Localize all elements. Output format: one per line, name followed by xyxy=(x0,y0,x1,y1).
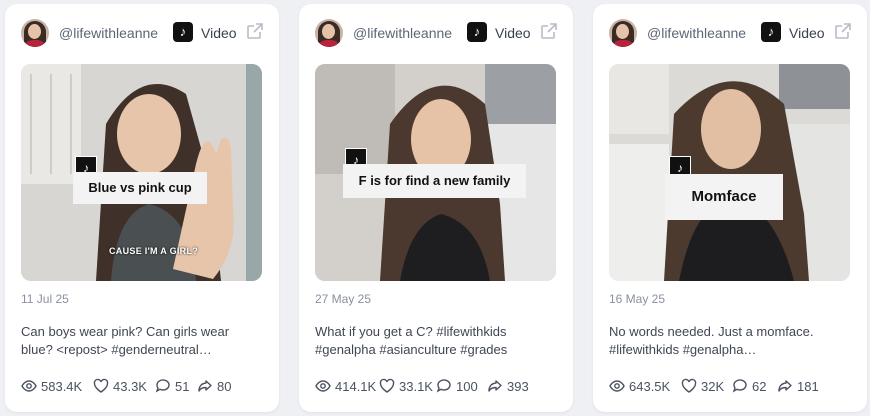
comments-count: 51 xyxy=(175,379,190,394)
post-type-label: Video xyxy=(789,25,825,41)
eye-icon xyxy=(21,380,37,392)
post-caption: Can boys wear pink? Can girls wear blue?… xyxy=(21,324,230,357)
views-count: 414.1K xyxy=(335,379,377,394)
post-type-label: Video xyxy=(495,25,531,41)
likes-count: 43.3K xyxy=(113,379,147,394)
likes-stat: 33.1K xyxy=(379,378,433,396)
video-overlay-text: F is for find a new family xyxy=(343,164,526,198)
comments-count: 100 xyxy=(456,379,478,394)
post-caption: What if you get a C? #lifewithkids #gena… xyxy=(315,324,508,357)
creator-handle[interactable]: @lifewithleanne xyxy=(647,25,753,41)
thumbnail-image xyxy=(609,64,850,281)
external-link-icon[interactable] xyxy=(539,21,559,41)
heart-icon xyxy=(93,378,109,393)
comment-icon xyxy=(436,379,451,393)
external-link-icon[interactable] xyxy=(245,21,265,41)
heart-icon xyxy=(681,378,697,393)
post-caption: No words needed. Just a momface. #lifewi… xyxy=(609,324,814,357)
share-icon xyxy=(198,380,212,392)
likes-stat: 43.3K xyxy=(93,378,147,396)
share-icon xyxy=(778,380,792,392)
video-subtitle: CAUSE I'M A GIRL? xyxy=(109,246,199,256)
post-date: 11 Jul 25 xyxy=(21,292,69,306)
tiktok-icon: ♪ xyxy=(173,22,193,42)
card-header: @lifewithleanne ♪ Video xyxy=(21,19,265,49)
creator-handle[interactable]: @lifewithleanne xyxy=(353,25,459,41)
creator-handle[interactable]: @lifewithleanne xyxy=(59,25,165,41)
post-type-label: Video xyxy=(201,25,237,41)
heart-icon xyxy=(379,378,395,393)
likes-count: 32K xyxy=(701,379,725,394)
comments-stat: 100 xyxy=(436,378,478,396)
card-header: @lifewithleanne ♪ Video xyxy=(315,19,559,49)
external-link-icon[interactable] xyxy=(833,21,853,41)
video-thumbnail[interactable]: ♪ F is for find a new family xyxy=(315,64,556,281)
shares-stat: 80 xyxy=(197,378,231,396)
likes-count: 33.1K xyxy=(399,379,433,394)
views-stat: 583.4K xyxy=(21,378,82,396)
video-overlay-text: Momface xyxy=(665,174,783,220)
engagement-stats: 583.4K 43.3K 51 80 xyxy=(21,378,269,396)
post-date: 27 May 25 xyxy=(315,292,372,306)
avatar[interactable] xyxy=(21,19,49,47)
likes-stat: 32K xyxy=(681,378,724,396)
share-icon xyxy=(488,380,502,392)
views-count: 643.5K xyxy=(629,379,671,394)
shares-count: 80 xyxy=(217,379,232,394)
tiktok-icon: ♪ xyxy=(467,22,487,42)
shares-stat: 181 xyxy=(777,378,819,396)
shares-stat: 393 xyxy=(487,378,529,396)
comment-icon xyxy=(732,379,747,393)
engagement-stats: 414.1K 33.1K 100 393 xyxy=(315,378,563,396)
post-card[interactable]: @lifewithleanne ♪ Video ♪ Blue vs pink c… xyxy=(5,4,279,412)
video-thumbnail[interactable]: ♪ Momface xyxy=(609,64,850,281)
tiktok-icon: ♪ xyxy=(761,22,781,42)
comments-count: 62 xyxy=(752,379,767,394)
video-overlay-text: Blue vs pink cup xyxy=(73,172,207,204)
post-card[interactable]: @lifewithleanne ♪ Video ♪ F is for find … xyxy=(299,4,573,412)
video-thumbnail[interactable]: ♪ Blue vs pink cup CAUSE I'M A GIRL? xyxy=(21,64,262,281)
avatar[interactable] xyxy=(609,19,637,47)
comment-icon xyxy=(155,379,170,393)
shares-count: 393 xyxy=(507,379,529,394)
views-stat: 643.5K xyxy=(609,378,670,396)
eye-icon xyxy=(609,380,625,392)
views-count: 583.4K xyxy=(41,379,83,394)
comments-stat: 51 xyxy=(155,378,189,396)
post-card[interactable]: @lifewithleanne ♪ Video ♪ Momface 16 May… xyxy=(593,4,867,412)
views-stat: 414.1K xyxy=(315,378,376,396)
eye-icon xyxy=(315,380,331,392)
post-date: 16 May 25 xyxy=(609,292,666,306)
avatar[interactable] xyxy=(315,19,343,47)
shares-count: 181 xyxy=(797,379,819,394)
card-header: @lifewithleanne ♪ Video xyxy=(609,19,853,49)
engagement-stats: 643.5K 32K 62 181 xyxy=(609,378,857,396)
comments-stat: 62 xyxy=(732,378,766,396)
